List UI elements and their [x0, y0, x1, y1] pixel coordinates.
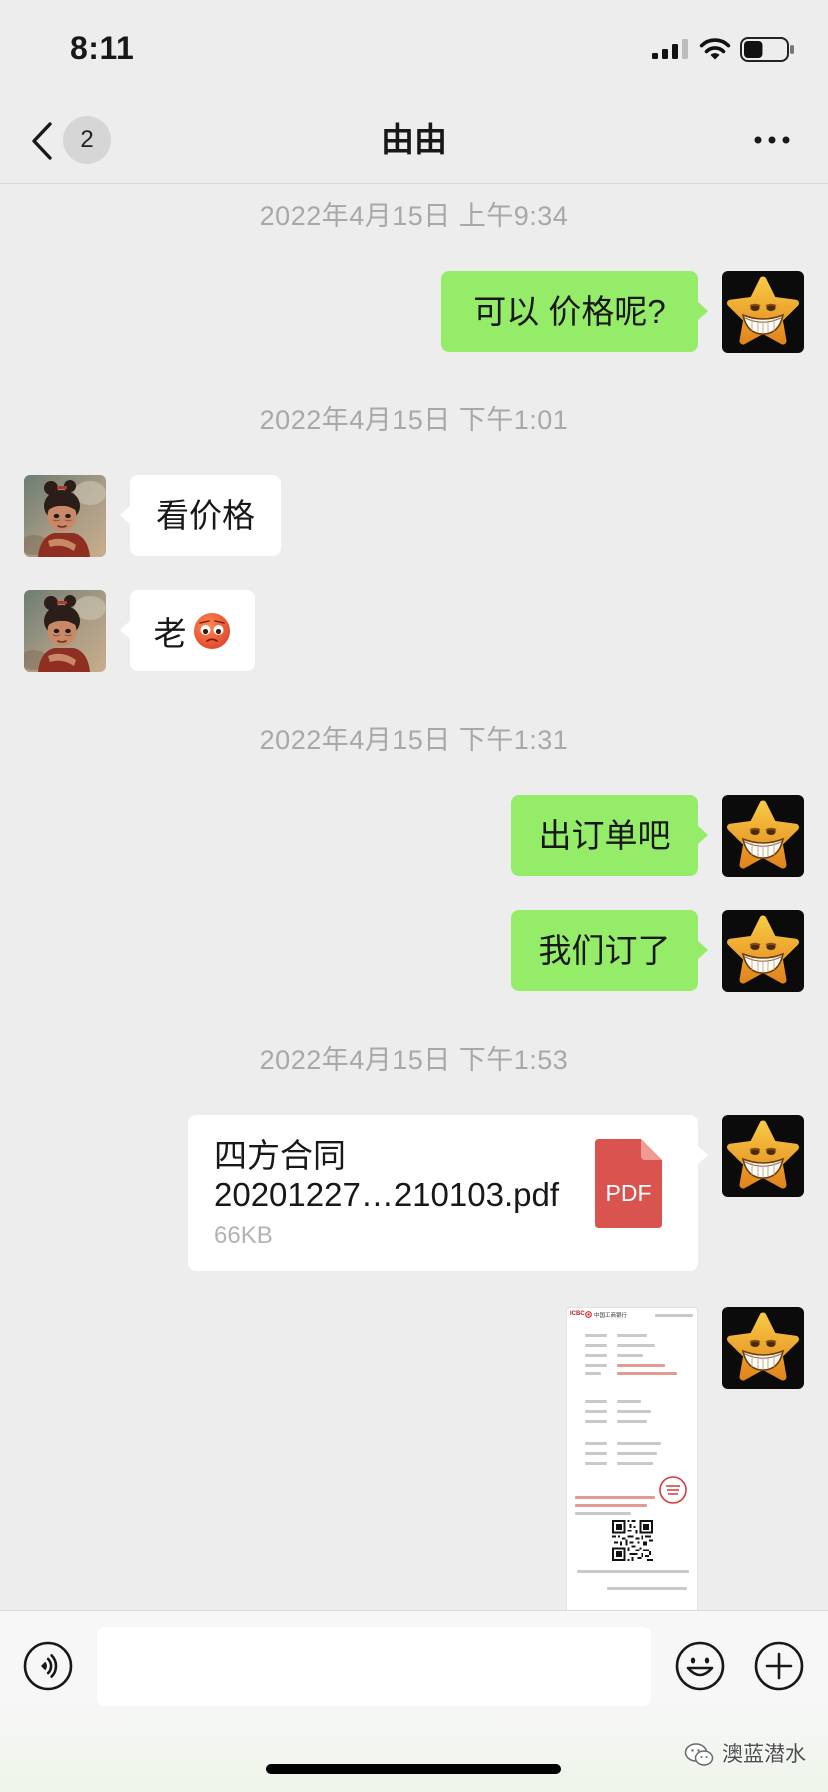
voice-mode-icon[interactable] [23, 1641, 73, 1691]
pdf-file-icon: PDF [595, 1139, 662, 1228]
wifi-icon [699, 38, 731, 60]
timestamp: 2022年4月15日 下午1:53 [259, 1045, 569, 1075]
receipt-line [617, 1452, 657, 1455]
receipt-line [575, 1496, 655, 1499]
timestamp: 2022年4月15日 下午1:01 [259, 405, 569, 435]
receipt-line [617, 1400, 641, 1403]
status-time: 8:11 [70, 30, 135, 66]
file-message-card[interactable]: 四方合同 20201227…210103.pdf 66KB PDF [188, 1115, 708, 1271]
file-name-line1: 四方合同 [214, 1137, 346, 1174]
receipt-bank-logo: ICBC [570, 1311, 585, 1317]
girl-avatar-icon[interactable] [24, 475, 106, 557]
message-bubble-incoming[interactable]: 老 [120, 590, 255, 671]
receipt-line [585, 1354, 607, 1357]
qr-code-icon [612, 1520, 653, 1561]
receipt-line [607, 1587, 687, 1590]
nav-divider [0, 183, 828, 184]
star-avatar-icon[interactable] [722, 910, 804, 992]
timestamp: 2022年4月15日 上午9:34 [259, 201, 569, 231]
star-avatar-icon[interactable] [722, 1307, 804, 1389]
message-bubble-outgoing[interactable]: 可以 价格呢? [441, 271, 708, 352]
receipt-line [655, 1314, 693, 1317]
plus-circle-icon[interactable] [754, 1641, 804, 1691]
receipt-line [585, 1442, 607, 1445]
worried-face-icon [193, 612, 230, 649]
home-indicator[interactable] [266, 1764, 561, 1774]
battery-icon [740, 37, 794, 62]
receipt-bank-name: 中国工商银行 [594, 1313, 628, 1319]
cellular-signal-icon [652, 39, 688, 59]
receipt-line [575, 1512, 631, 1515]
receipt-line [585, 1334, 607, 1337]
file-name-line2: 20201227…210103.pdf [214, 1176, 559, 1213]
message-text: 老 [153, 614, 187, 652]
receipt-line [617, 1462, 653, 1465]
receipt-line [617, 1344, 655, 1347]
star-avatar-icon[interactable] [722, 795, 804, 877]
receipt-line [585, 1364, 607, 1367]
wechat-logo-icon [684, 1743, 714, 1766]
receipt-line [617, 1410, 651, 1413]
receipt-line [585, 1372, 601, 1375]
receipt-line [585, 1452, 607, 1455]
message-input[interactable] [97, 1627, 651, 1706]
more-dots-icon[interactable] [752, 132, 792, 148]
receipt-line [617, 1420, 647, 1423]
wechat-chat-screen: 2022年4月15日 上午9:34 可以 价格呢? 2022年4月15日 下午1… [0, 0, 828, 1792]
bank-logo-icon [585, 1311, 592, 1318]
receipt-line [585, 1410, 607, 1413]
bank-receipt-thumbnail-icon[interactable]: ICBC 中国工商银行 [566, 1307, 698, 1610]
emoji-icon[interactable] [675, 1641, 725, 1691]
message-bubble-incoming[interactable]: 看价格 [120, 475, 281, 556]
file-size: 66KB [214, 1222, 273, 1249]
watermark-text: 澳蓝潜水 [722, 1743, 806, 1766]
receipt-line [585, 1462, 607, 1465]
star-avatar-icon[interactable] [722, 271, 804, 353]
receipt-line [617, 1442, 661, 1445]
receipt-line [617, 1372, 677, 1375]
receipt-line [577, 1570, 689, 1573]
timestamp: 2022年4月15日 下午1:31 [259, 725, 569, 755]
file-type-label: PDF [605, 1180, 652, 1206]
girl-avatar-icon[interactable] [24, 590, 106, 672]
receipt-line [585, 1344, 607, 1347]
receipt-line [617, 1354, 643, 1357]
red-seal-stamp-icon [659, 1476, 687, 1504]
chat-message-list[interactable]: 2022年4月15日 上午9:34 可以 价格呢? 2022年4月15日 下午1… [0, 0, 828, 1610]
receipt-line [585, 1420, 607, 1423]
receipt-line [575, 1504, 647, 1507]
chat-title: 由由 [381, 121, 447, 158]
receipt-line [617, 1364, 665, 1367]
receipt-line [617, 1334, 647, 1337]
star-avatar-icon[interactable] [722, 1115, 804, 1197]
message-bubble-outgoing[interactable]: 我们订了 [511, 910, 708, 991]
message-bubble-outgoing[interactable]: 出订单吧 [511, 795, 708, 876]
receipt-line [585, 1400, 607, 1403]
